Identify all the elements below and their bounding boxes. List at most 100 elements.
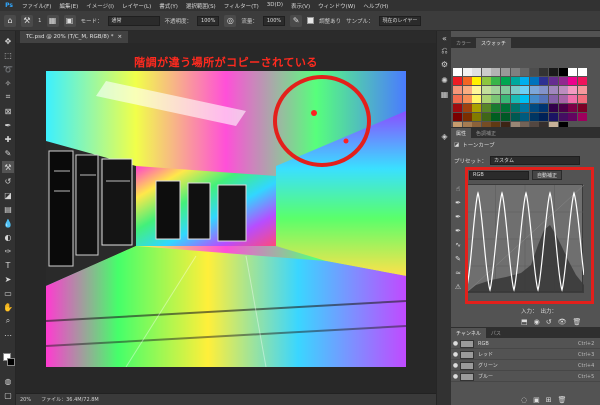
color-swatch[interactable] (529, 68, 539, 76)
path-select-tool-icon[interactable]: ➤ (2, 273, 14, 285)
home-icon[interactable]: ⌂ (4, 14, 16, 27)
canvas-area[interactable]: 階調が違う場所がコピーされている (16, 43, 436, 393)
tab-swatches[interactable]: スウォッチ (476, 38, 512, 48)
eye-icon[interactable]: ● (451, 340, 460, 347)
menu-item[interactable]: ヘルプ(H) (359, 2, 392, 10)
color-swatch[interactable] (549, 68, 558, 76)
eye-icon[interactable]: ● (451, 362, 460, 369)
color-swatch[interactable] (549, 95, 558, 103)
menu-item[interactable]: 3D(D) (263, 2, 287, 10)
color-swatch[interactable] (501, 104, 510, 112)
eye-icon[interactable]: ● (451, 373, 460, 380)
brush-size[interactable]: 1 (38, 18, 42, 24)
more-tools-icon[interactable]: ⋯ (2, 329, 14, 341)
color-swatch[interactable] (568, 104, 578, 112)
color-swatch[interactable] (462, 104, 472, 112)
color-swatch[interactable] (577, 95, 587, 103)
preset-select[interactable]: カスタム (490, 156, 581, 165)
quick-mask-icon[interactable]: ◍ (2, 375, 14, 387)
history-brush-tool-icon[interactable]: ↺ (2, 175, 14, 187)
color-swatch[interactable] (453, 104, 462, 112)
color-swatch[interactable] (568, 86, 578, 94)
flow-field[interactable]: 100% (262, 15, 286, 26)
color-swatch[interactable] (491, 104, 501, 112)
color-swatch[interactable] (472, 113, 482, 121)
menu-item[interactable]: 書式(Y) (155, 2, 182, 10)
clone-source-icon[interactable]: ▣ (63, 14, 76, 27)
color-swatch[interactable] (529, 113, 539, 121)
eye-icon[interactable]: ● (451, 351, 460, 358)
eraser-tool-icon[interactable]: ◪ (2, 189, 14, 201)
frame-tool-icon[interactable]: ⊠ (2, 105, 14, 117)
color-swatch[interactable] (453, 77, 462, 85)
color-swatch[interactable] (501, 113, 510, 121)
color-swatch[interactable] (529, 77, 539, 85)
color-swatch[interactable] (462, 86, 472, 94)
color-swatch[interactable] (510, 113, 520, 121)
marquee-tool-icon[interactable]: ⬚ (2, 49, 14, 61)
opacity-field[interactable]: 100% (197, 15, 220, 26)
color-swatch[interactable] (462, 95, 472, 103)
color-swatch[interactable] (568, 113, 578, 121)
color-swatch[interactable] (462, 68, 472, 76)
color-swatch[interactable] (510, 77, 520, 85)
color-swatch[interactable] (501, 68, 510, 76)
brush-settings-icon[interactable]: ▦ (46, 14, 59, 27)
color-swatch[interactable] (453, 86, 462, 94)
color-swatch[interactable] (577, 113, 587, 121)
tab-color[interactable]: カラー (451, 38, 476, 48)
color-swatch[interactable] (539, 77, 549, 85)
black-point-eyedropper-icon[interactable]: ✒ (453, 198, 463, 208)
white-point-eyedropper-icon[interactable]: ✒ (453, 226, 463, 236)
blur-tool-icon[interactable]: 💧 (2, 217, 14, 229)
color-swatch[interactable] (558, 86, 568, 94)
color-swatch[interactable] (453, 95, 462, 103)
history-icon[interactable]: ⎌ (439, 45, 450, 56)
color-swatch[interactable] (481, 113, 491, 121)
tab-paths[interactable]: パス (486, 328, 506, 338)
color-swatch[interactable] (577, 68, 587, 76)
color-swatch[interactable] (453, 68, 462, 76)
color-swatch[interactable] (520, 95, 530, 103)
clip-to-layer-icon[interactable]: ⬒ (521, 318, 528, 326)
color-swatch[interactable] (510, 95, 520, 103)
color-swatch[interactable] (472, 68, 482, 76)
color-swatch[interactable] (539, 68, 549, 76)
color-swatch[interactable] (501, 86, 510, 94)
color-swatch[interactable] (462, 113, 472, 121)
color-swatch[interactable] (491, 113, 501, 121)
new-channel-icon[interactable]: ⊞ (546, 396, 552, 404)
color-swatch[interactable] (549, 104, 558, 112)
view-previous-icon[interactable]: ◉ (534, 318, 540, 326)
tab-channels[interactable]: チャンネル (451, 328, 486, 338)
rectangle-tool-icon[interactable]: ▭ (2, 287, 14, 299)
menu-item[interactable]: 表示(V) (287, 2, 314, 10)
color-swatch[interactable] (472, 86, 482, 94)
color-swatch[interactable] (558, 68, 568, 76)
color-swatch[interactable] (520, 86, 530, 94)
pen-tool-icon[interactable]: ✑ (2, 245, 14, 257)
menu-item[interactable]: フィルター(T) (220, 2, 263, 10)
histogram-warning-icon[interactable]: ⚠ (453, 282, 463, 292)
photoshop-logo[interactable]: Ps (0, 0, 18, 11)
color-swatch[interactable] (558, 113, 568, 121)
zoom-level[interactable]: 20% (20, 397, 31, 403)
gray-point-eyedropper-icon[interactable]: ✒ (453, 212, 463, 222)
color-swatch[interactable] (510, 68, 520, 76)
menu-item[interactable]: ファイル(F) (18, 2, 55, 10)
menu-item[interactable]: 編集(E) (55, 2, 82, 10)
target-adjust-icon[interactable]: ☝ (453, 184, 463, 194)
smooth-icon[interactable]: ≈ (453, 268, 463, 278)
color-swatch[interactable] (481, 68, 491, 76)
menu-item[interactable]: ウィンドウ(W) (314, 2, 359, 10)
panel-collapse-icon[interactable]: « (439, 33, 450, 44)
delete-icon[interactable]: 🗑 (573, 318, 582, 326)
color-swatch[interactable] (558, 77, 568, 85)
color-swatch[interactable] (491, 95, 501, 103)
color-swatch[interactable] (549, 77, 558, 85)
mode-select[interactable]: 通常 (107, 15, 160, 26)
color-swatch[interactable] (520, 113, 530, 121)
type-tool-icon[interactable]: T (2, 259, 14, 271)
gradient-panel-icon[interactable]: ▦ (439, 89, 450, 100)
color-swatch[interactable] (481, 104, 491, 112)
